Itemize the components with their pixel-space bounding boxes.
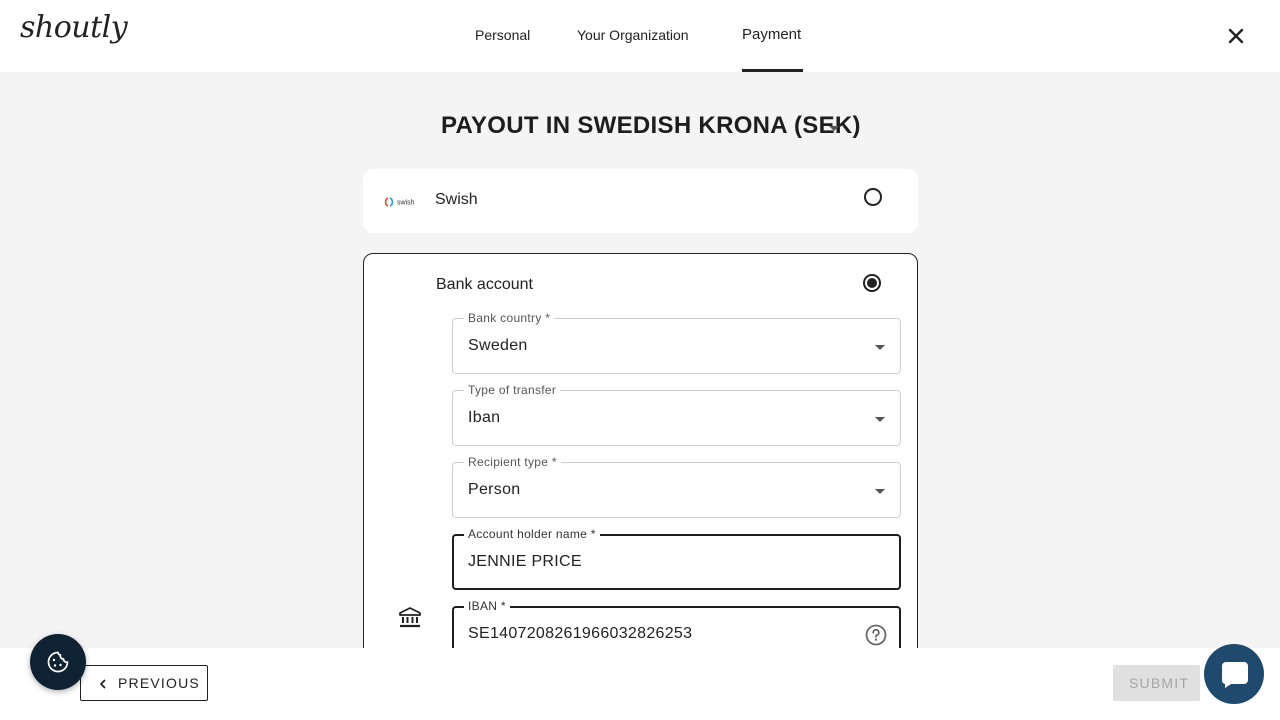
tab-your-organization[interactable]: Your Organization <box>577 0 697 72</box>
bank-account-option-card[interactable]: Bank account Bank country * Sweden Type … <box>363 253 918 673</box>
recipient-type-label: Recipient type * <box>464 454 561 470</box>
tab-personal-label: Personal <box>475 27 531 43</box>
bank-icon <box>398 606 422 630</box>
swish-radio[interactable] <box>864 188 882 206</box>
tab-your-organization-label: Your Organization <box>577 27 689 43</box>
bank-account-radio[interactable] <box>863 274 881 292</box>
currency-dropdown-caret-icon[interactable] <box>829 126 839 131</box>
transfer-type-value: Iban <box>468 409 501 426</box>
account-holder-name-value: JENNIE PRICE <box>468 553 582 570</box>
account-holder-name-input[interactable]: Account holder name * JENNIE PRICE <box>452 526 901 590</box>
swish-option-label: Swish <box>435 191 478 208</box>
bank-country-value: Sweden <box>468 337 528 354</box>
transfer-type-label: Type of transfer <box>464 382 561 398</box>
chat-icon <box>1221 662 1248 688</box>
help-icon[interactable] <box>865 624 887 646</box>
previous-button[interactable]: PREVIOUS <box>80 665 208 701</box>
chevron-left-icon <box>97 677 109 689</box>
recipient-type-select[interactable]: Recipient type * Person <box>452 454 901 518</box>
bank-account-option-label: Bank account <box>436 276 533 293</box>
transfer-type-select[interactable]: Type of transfer Iban <box>452 382 901 446</box>
cookie-icon <box>47 651 69 673</box>
footer-bar: PREVIOUS SUBMIT <box>0 648 1280 720</box>
cookie-settings-button[interactable] <box>30 634 86 690</box>
top-header: shoutly Personal Your Organization Payme… <box>0 0 1280 72</box>
active-tab-indicator <box>742 69 803 72</box>
bank-country-select[interactable]: Bank country * Sweden <box>452 310 901 374</box>
tab-payment[interactable]: Payment <box>742 0 803 72</box>
svg-text:swish: swish <box>397 200 415 207</box>
swish-option-card[interactable]: swish Swish <box>363 169 918 233</box>
account-holder-name-label: Account holder name * <box>464 526 600 542</box>
logo-text: shoutly <box>20 10 128 45</box>
tab-personal[interactable]: Personal <box>475 0 535 72</box>
shoutly-logo[interactable]: shoutly <box>20 10 128 45</box>
submit-button[interactable]: SUBMIT <box>1113 665 1200 701</box>
submit-button-label: SUBMIT <box>1129 675 1190 691</box>
payout-currency-title[interactable]: PAYOUT IN SWEDISH KRONA (SEK) <box>441 112 861 140</box>
chat-button[interactable] <box>1204 644 1264 704</box>
iban-label: IBAN * <box>464 598 510 614</box>
swish-logo-icon: swish <box>384 195 424 207</box>
bank-country-label: Bank country * <box>464 310 555 326</box>
tab-payment-label: Payment <box>742 26 802 43</box>
recipient-type-value: Person <box>468 481 521 498</box>
chevron-down-icon <box>875 489 885 494</box>
chevron-down-icon <box>875 417 885 422</box>
close-icon[interactable] <box>1224 24 1248 48</box>
previous-button-label: PREVIOUS <box>118 675 200 691</box>
chevron-down-icon <box>875 345 885 350</box>
iban-value: SE1407208261966032826253 <box>468 625 693 642</box>
